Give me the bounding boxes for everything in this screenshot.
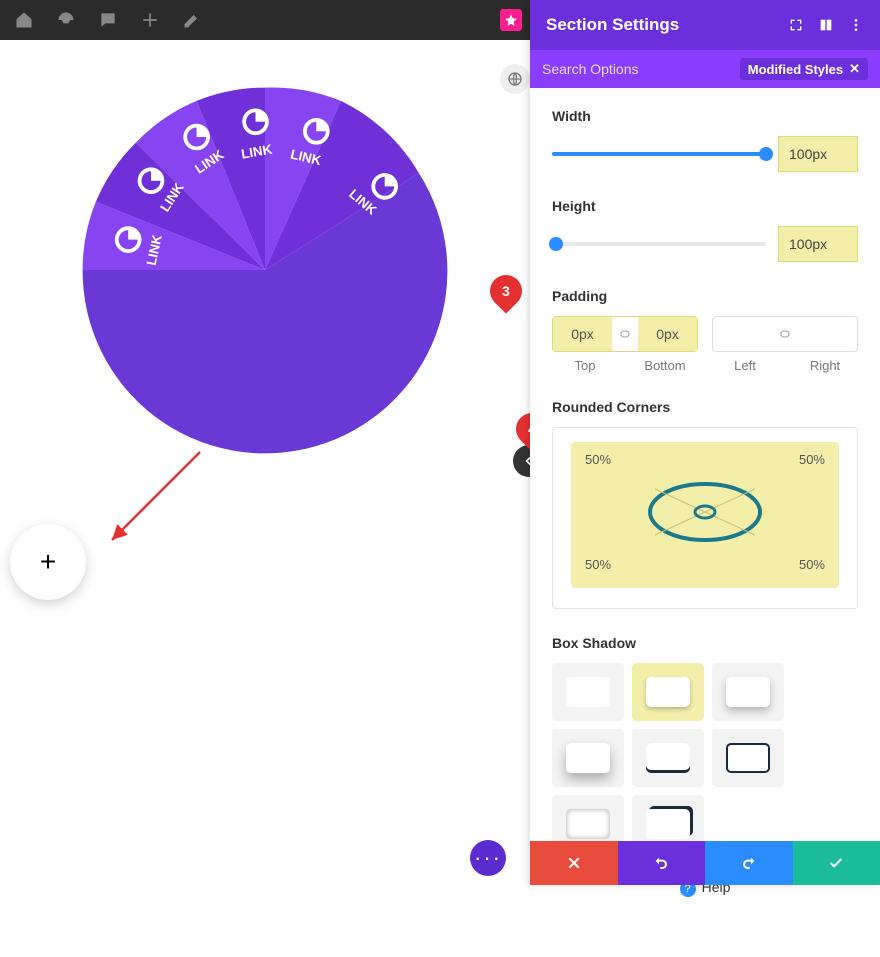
box-shadow-field: Box Shadow: [552, 635, 858, 853]
redo-button[interactable]: [705, 841, 793, 885]
close-button[interactable]: [530, 841, 618, 885]
height-slider[interactable]: [552, 242, 766, 246]
undo-button[interactable]: [618, 841, 706, 885]
shadow-option-none[interactable]: [552, 663, 624, 721]
more-fab[interactable]: ···: [470, 840, 506, 876]
corner-br-input[interactable]: 50%: [799, 557, 825, 572]
panel-header: Section Settings: [530, 0, 880, 50]
shadow-label: Box Shadow: [552, 635, 858, 651]
pencil-icon[interactable]: [182, 10, 202, 30]
height-field: Height 100px: [552, 198, 858, 262]
shadow-option-2[interactable]: [712, 663, 784, 721]
padding-right-input[interactable]: [798, 317, 857, 351]
corner-tl-input[interactable]: 50%: [585, 452, 611, 467]
shadow-option-3[interactable]: [552, 729, 624, 787]
panel-footer: [530, 841, 880, 885]
filter-pill[interactable]: Modified Styles ✕: [740, 58, 868, 80]
home-icon[interactable]: [14, 10, 34, 30]
padding-field: Padding 0px 0px TopBottom LeftRight: [552, 288, 858, 373]
shadow-option-4[interactable]: [632, 729, 704, 787]
corners-preview[interactable]: [640, 477, 770, 547]
padding-vertical-group: 0px 0px: [552, 316, 698, 352]
corner-bl-input[interactable]: 50%: [585, 557, 611, 572]
plus-icon[interactable]: [140, 10, 160, 30]
pie-chart-module[interactable]: LINK LINK LINK LINK LINK LINK: [75, 80, 455, 460]
builder-canvas: LINK LINK LINK LINK LINK LINK + ···: [0, 40, 530, 885]
corner-tr-input[interactable]: 50%: [799, 452, 825, 467]
padding-horizontal-group: [712, 316, 858, 352]
padding-label: Padding: [552, 288, 858, 304]
link-icon[interactable]: [772, 317, 798, 351]
width-label: Width: [552, 108, 858, 124]
padding-left-input[interactable]: [713, 317, 772, 351]
expand-icon[interactable]: [788, 17, 804, 33]
shadow-option-1[interactable]: [632, 663, 704, 721]
padding-bottom-input[interactable]: 0px: [638, 317, 697, 351]
globe-button[interactable]: [500, 64, 530, 94]
shadow-option-5[interactable]: [712, 729, 784, 787]
panel-search-bar[interactable]: Search Options Modified Styles ✕: [530, 50, 880, 88]
link-icon[interactable]: [612, 317, 638, 351]
height-value-input[interactable]: 100px: [778, 226, 858, 262]
panel-title: Section Settings: [546, 15, 679, 35]
corners-label: Rounded Corners: [552, 399, 858, 415]
height-label: Height: [552, 198, 858, 214]
star-badge[interactable]: [500, 9, 522, 31]
search-placeholder: Search Options: [542, 61, 639, 77]
arrow-annotation: [100, 444, 210, 554]
padding-top-input[interactable]: 0px: [553, 317, 612, 351]
width-slider[interactable]: [552, 152, 766, 156]
close-icon[interactable]: ✕: [849, 61, 860, 77]
gauge-icon[interactable]: [56, 10, 76, 30]
admin-topbar: [0, 0, 530, 40]
width-field: Width 100px: [552, 108, 858, 172]
add-section-button[interactable]: +: [10, 524, 86, 600]
settings-panel: Section Settings Search Options Modified…: [530, 0, 880, 885]
columns-icon[interactable]: [818, 17, 834, 33]
width-value-input[interactable]: 100px: [778, 136, 858, 172]
save-button[interactable]: [793, 841, 880, 885]
rounded-corners-field: Rounded Corners 50% 50%: [552, 399, 858, 609]
more-icon[interactable]: [848, 17, 864, 33]
comment-icon[interactable]: [98, 10, 118, 30]
